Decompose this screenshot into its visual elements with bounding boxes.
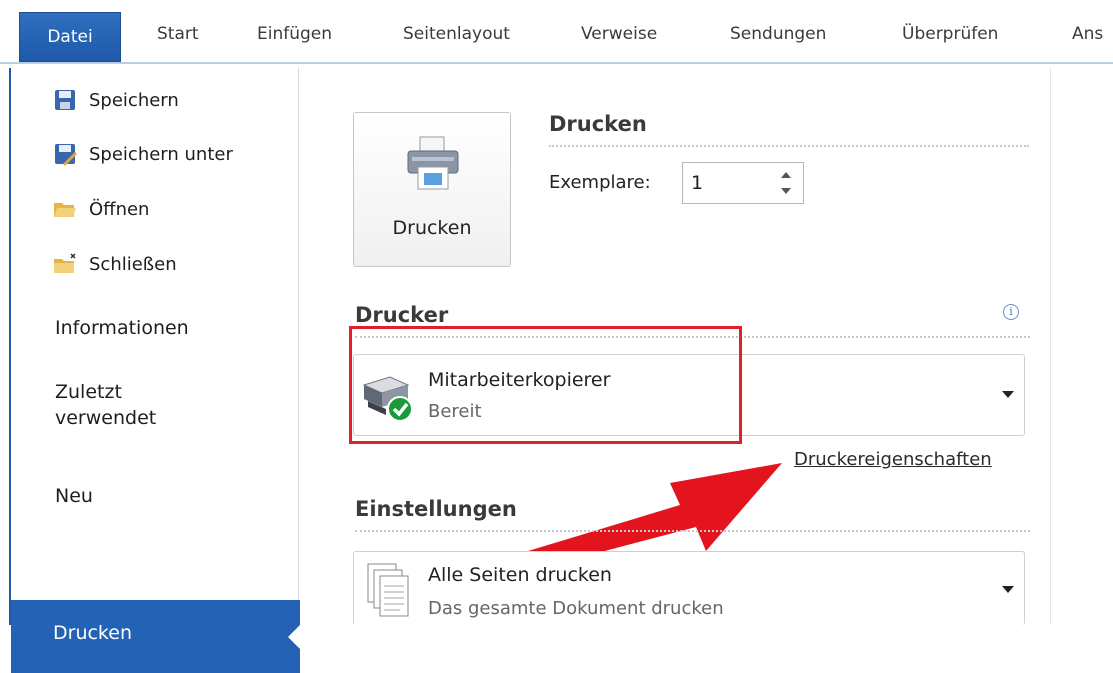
nav-open[interactable]: Öffnen	[53, 197, 149, 221]
printer-properties-link[interactable]: Druckereigenschaften	[794, 449, 992, 470]
tab-start[interactable]: Start	[157, 24, 199, 44]
nav-save[interactable]: Speichern	[53, 88, 179, 112]
nav-open-label: Öffnen	[89, 198, 150, 220]
nav-save-label: Speichern	[89, 89, 179, 111]
pages-main-label: Alle Seiten drucken	[428, 564, 612, 586]
tab-mailings[interactable]: Sendungen	[730, 24, 826, 44]
open-folder-icon	[53, 197, 77, 221]
save-icon	[53, 88, 77, 112]
settings-section-divider	[355, 530, 1030, 532]
nav-item-recent[interactable]: Zuletzt verwendet	[55, 380, 205, 431]
tab-file[interactable]: Datei	[19, 12, 121, 62]
chevron-down-icon	[1002, 586, 1014, 593]
print-section-title: Drucken	[549, 112, 647, 136]
tab-insert[interactable]: Einfügen	[257, 24, 332, 44]
settings-section-title: Einstellungen	[355, 497, 517, 521]
tab-references[interactable]: Verweise	[581, 24, 657, 44]
nav-close[interactable]: Schließen	[53, 252, 177, 276]
active-indicator-notch	[288, 624, 301, 650]
preview-pane-edge	[1050, 68, 1113, 625]
copies-value: 1	[691, 172, 704, 194]
spin-down-icon[interactable]	[781, 188, 791, 194]
save-as-icon	[53, 142, 77, 166]
pages-icon	[367, 563, 409, 617]
ribbon-divider	[0, 62, 1113, 64]
annotation-highlight-box	[349, 326, 742, 444]
annotation-arrow	[528, 463, 782, 565]
nav-save-as-label: Speichern unter	[89, 143, 233, 165]
printer-icon	[407, 136, 459, 190]
nav-item-print-label: Drucken	[53, 622, 132, 644]
pages-sub-label: Das gesamte Dokument drucken	[428, 598, 724, 619]
backstage-nav: Speichern Speichern unter Öffnen Schließ…	[9, 68, 301, 673]
copies-stepper[interactable]: 1	[682, 162, 804, 204]
print-button-label: Drucken	[392, 217, 472, 239]
nav-close-label: Schließen	[89, 253, 177, 275]
chevron-down-icon	[1002, 391, 1014, 398]
nav-item-info[interactable]: Informationen	[55, 316, 189, 342]
close-folder-icon	[53, 252, 77, 276]
ribbon-tab-bar: Datei Start Einfügen Seitenlayout Verwei…	[0, 0, 1113, 68]
nav-save-as[interactable]: Speichern unter	[53, 142, 233, 166]
info-icon[interactable]: i	[1003, 304, 1019, 320]
tab-review[interactable]: Überprüfen	[902, 24, 998, 44]
nav-item-print-active[interactable]: Drucken	[11, 600, 301, 673]
printer-section-title: Drucker	[355, 303, 449, 327]
nav-item-new[interactable]: Neu	[55, 484, 93, 510]
copies-label: Exemplare:	[549, 172, 651, 193]
tab-page-layout[interactable]: Seitenlayout	[403, 24, 510, 44]
spin-up-icon[interactable]	[781, 172, 791, 178]
pages-dropdown[interactable]: Alle Seiten drucken Das gesamte Dokument…	[353, 551, 1025, 625]
tab-view[interactable]: Ans	[1072, 24, 1103, 44]
print-button[interactable]: Drucken	[353, 112, 511, 267]
print-section-divider	[549, 145, 1029, 147]
